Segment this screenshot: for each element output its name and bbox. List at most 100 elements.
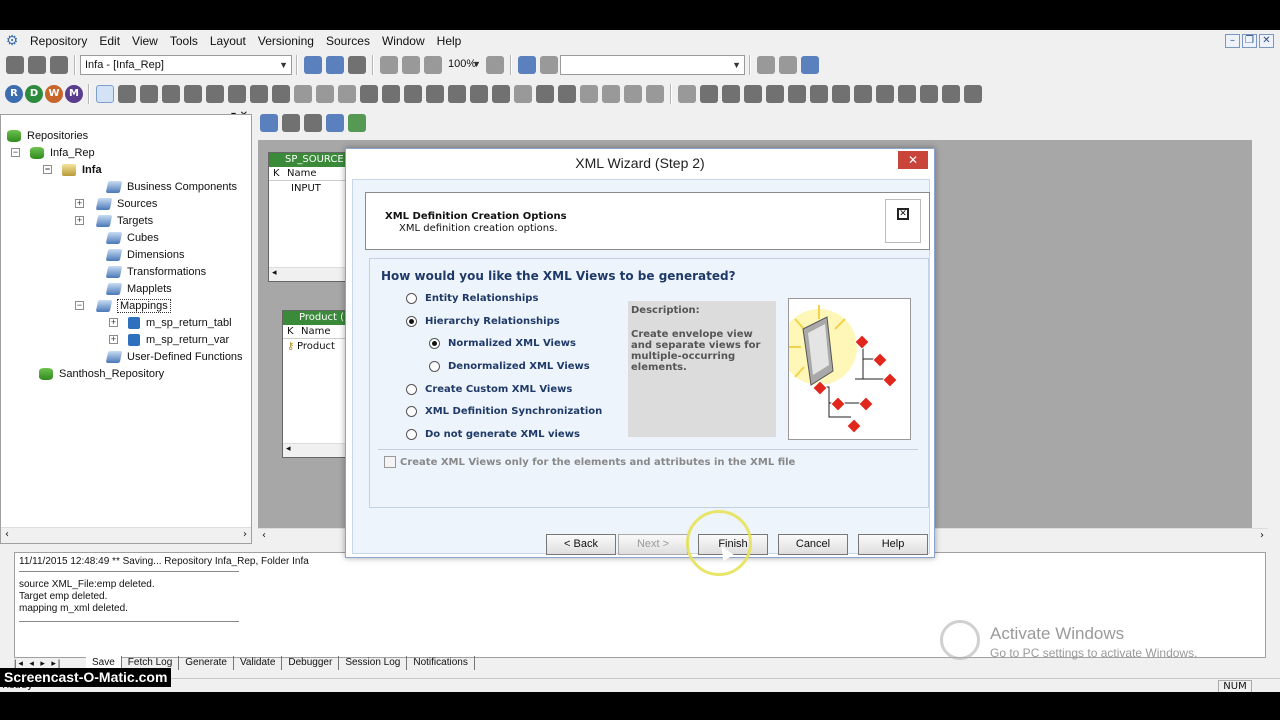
target-designer-icon[interactable] (282, 114, 300, 132)
source-definition-sp-source[interactable]: SP_SOURCE K Name INPUT ◂ (268, 152, 350, 282)
sql-transform-icon[interactable] (744, 85, 762, 103)
connect-icon[interactable] (6, 56, 24, 74)
transformation-icon[interactable] (898, 85, 916, 103)
transformation-icon[interactable] (624, 85, 642, 103)
radio-do-not-generate[interactable] (406, 429, 417, 440)
repository-combo[interactable]: Infa - [Infa_Rep] ▼ (80, 55, 292, 75)
table-row[interactable]: ⚷ Product (283, 339, 349, 355)
tree-node-mapping-2[interactable]: + m_sp_return_var (109, 331, 229, 348)
create-views-only-checkbox-row[interactable]: Create XML Views only for the elements a… (384, 456, 795, 468)
tree-node-dimensions[interactable]: Dimensions (105, 246, 184, 263)
radio-hierarchy-relationships[interactable] (406, 316, 417, 327)
scroll-right-icon[interactable]: › (243, 529, 247, 540)
tree-node-targets[interactable]: + Targets (75, 212, 153, 229)
menu-versioning[interactable]: Versioning (252, 34, 320, 48)
source-definition-product[interactable]: Product ( K Name ⚷ Product ◂ (282, 310, 350, 458)
expand-icon[interactable]: + (109, 318, 118, 327)
menu-layout[interactable]: Layout (204, 34, 252, 48)
menu-repository[interactable]: Repository (24, 34, 93, 48)
repository-manager-icon[interactable]: R (5, 85, 23, 103)
transformation-icon[interactable] (382, 85, 400, 103)
tree-node-mapplets[interactable]: Mapplets (105, 280, 172, 297)
close-icon[interactable]: ✕ (1259, 34, 1274, 48)
tree-node-repositories[interactable]: Repositories (7, 127, 88, 144)
transformation-icon[interactable] (876, 85, 894, 103)
transformation-icon[interactable] (360, 85, 378, 103)
tab-session-log[interactable]: Session Log (339, 656, 408, 670)
navigator-icon[interactable] (304, 56, 322, 74)
transformation-icon[interactable] (700, 85, 718, 103)
transformation-icon[interactable] (964, 85, 982, 103)
option-hierarchy-relationships[interactable]: Hierarchy Relationships (406, 316, 560, 327)
tree-node-infa-folder[interactable]: − Infa (43, 161, 102, 178)
minimize-icon[interactable]: – (1225, 34, 1240, 48)
transformation-icon[interactable] (920, 85, 938, 103)
collapse-icon[interactable]: − (43, 165, 52, 174)
restore-icon[interactable]: ❐ (1242, 34, 1257, 48)
help-button[interactable]: Help (858, 534, 928, 555)
transformation-icon[interactable] (448, 85, 466, 103)
zoom-out-icon[interactable] (402, 56, 420, 74)
menu-view[interactable]: View (126, 34, 164, 48)
mapplet-designer-icon[interactable] (326, 114, 344, 132)
filter-icon[interactable] (228, 85, 246, 103)
radio-denormalized-xml-views[interactable] (429, 361, 440, 372)
disconnect-icon[interactable] (28, 56, 46, 74)
transformation-icon[interactable] (184, 85, 202, 103)
tree-horizontal-scrollbar[interactable]: ‹ › (1, 527, 251, 543)
tree-node-infa-rep[interactable]: − Infa_Rep (11, 144, 95, 161)
workspace-vertical-scrollbar[interactable] (1252, 140, 1268, 528)
radio-entity-relationships[interactable] (406, 293, 417, 304)
tab-validate[interactable]: Validate (234, 656, 283, 670)
option-xml-definition-synchronization[interactable]: XML Definition Synchronization (406, 406, 602, 417)
pointer-icon[interactable] (96, 85, 114, 103)
designer-icon[interactable]: D (25, 85, 43, 103)
tree-node-cubes[interactable]: Cubes (105, 229, 159, 246)
arrange-iconic-icon[interactable] (779, 56, 797, 74)
transformation-icon[interactable] (766, 85, 784, 103)
source-scrollbar[interactable]: ◂ (269, 267, 349, 281)
search-combo[interactable]: ▼ (560, 55, 745, 75)
layout-icon[interactable] (801, 56, 819, 74)
close-icon[interactable]: ✕ (898, 151, 928, 169)
transformation-icon[interactable] (854, 85, 872, 103)
radio-normalized-xml-views[interactable] (429, 338, 440, 349)
tab-notifications[interactable]: Notifications (407, 656, 475, 670)
transformation-icon[interactable] (140, 85, 158, 103)
sequence-icon[interactable] (294, 85, 312, 103)
zoom-select-icon[interactable] (424, 56, 442, 74)
tree-node-mapping-1[interactable]: + m_sp_return_tabl (109, 314, 232, 331)
transformation-icon[interactable] (810, 85, 828, 103)
tab-generate[interactable]: Generate (179, 656, 234, 670)
option-denormalized-xml-views[interactable]: Denormalized XML Views (429, 361, 590, 372)
output-window-icon[interactable] (326, 56, 344, 74)
radio-create-custom-xml-views[interactable] (406, 384, 417, 395)
transformation-developer-icon[interactable] (304, 114, 322, 132)
sql-icon[interactable] (558, 85, 576, 103)
workflow-monitor-icon[interactable]: M (65, 85, 83, 103)
workflow-manager-icon[interactable]: W (45, 85, 63, 103)
tree-node-santhosh-repository[interactable]: Santhosh_Repository (39, 365, 164, 382)
option-entity-relationships[interactable]: Entity Relationships (406, 293, 538, 304)
menu-tools[interactable]: Tools (164, 34, 204, 48)
function-icon[interactable] (206, 85, 224, 103)
transformation-icon[interactable] (272, 85, 290, 103)
overview-icon[interactable] (348, 56, 366, 74)
source-analyzer-icon[interactable] (260, 114, 278, 132)
find-icon[interactable] (518, 56, 536, 74)
transformation-icon[interactable] (832, 85, 850, 103)
transformation-icon[interactable] (426, 85, 444, 103)
option-do-not-generate[interactable]: Do not generate XML views (406, 429, 580, 440)
scroll-left-icon[interactable]: ◂ (272, 268, 277, 278)
menu-help[interactable]: Help (431, 34, 468, 48)
expand-icon[interactable]: + (75, 199, 84, 208)
back-button[interactable]: < Back (546, 534, 616, 555)
transformation-icon[interactable] (514, 85, 532, 103)
scroll-left-icon[interactable]: ‹ (5, 529, 9, 540)
scroll-left-icon[interactable]: ‹ (262, 530, 266, 541)
transformation-icon[interactable] (788, 85, 806, 103)
radio-xml-definition-synchronization[interactable] (406, 406, 417, 417)
transformation-icon[interactable] (678, 85, 696, 103)
procedure-icon[interactable] (316, 85, 334, 103)
zoom-in-icon[interactable] (380, 56, 398, 74)
